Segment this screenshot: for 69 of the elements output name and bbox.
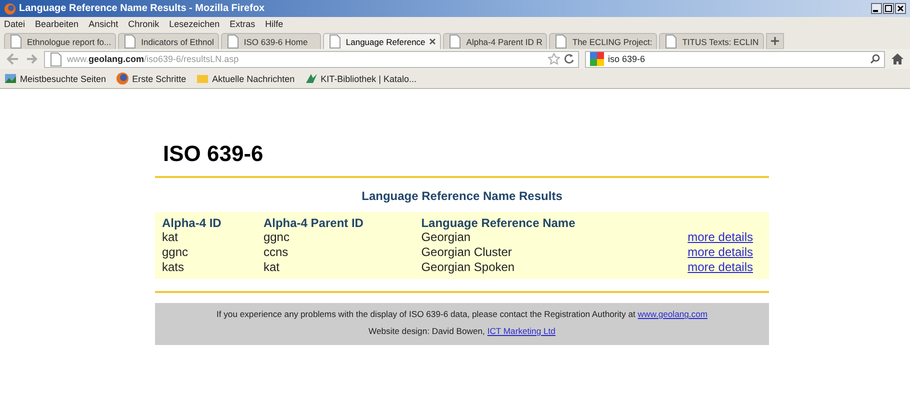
tab-label: TITUS Texts: ECLIN	[682, 36, 759, 46]
browser-tab[interactable]: Indicators of Ethnol	[118, 33, 219, 49]
browser-tab[interactable]: ISO 639-6 Home	[220, 33, 321, 49]
column-header: Alpha-4 ID	[155, 212, 256, 230]
details-link[interactable]: more details	[688, 245, 753, 259]
search-field[interactable]: iso 639-6	[585, 50, 885, 68]
page-heading: ISO 639-6	[163, 141, 264, 167]
details-link[interactable]: more details	[688, 230, 753, 244]
footer-notice: If you experience any problems with the display of ISO 639-6 data, please contact the Registration Authority at	[216, 309, 636, 319]
page-icon	[9, 34, 23, 49]
column-header: Language Reference Name	[414, 212, 647, 230]
browser-tab[interactable]: Language Reference	[322, 33, 442, 49]
bookmark-link[interactable]: Erste Schritte	[132, 74, 186, 84]
menu-item[interactable]: Chronik	[128, 18, 160, 28]
page-icon	[123, 34, 138, 49]
browser-tab[interactable]: Alpha-4 Parent ID R	[443, 33, 548, 49]
browser-tab[interactable]: The ECLING Project:	[549, 33, 658, 49]
new-tab-icon[interactable]	[766, 33, 784, 49]
close-icon[interactable]	[895, 3, 906, 14]
footer-link[interactable]: ICT Marketing Ltd	[487, 326, 556, 336]
search-icon[interactable]	[870, 54, 880, 64]
table-cell: Georgian Cluster	[414, 245, 647, 260]
page-icon	[226, 34, 240, 49]
tab-label: Alpha-4 Parent ID R	[466, 36, 542, 46]
folder-icon	[4, 72, 17, 85]
star-icon[interactable]	[548, 53, 560, 65]
menu-item[interactable]: Extras	[230, 18, 256, 28]
browser-tab[interactable]: Ethnologue report fo...	[4, 33, 116, 49]
page-icon	[448, 34, 462, 49]
bookmark-link[interactable]: Meistbesuchte Seiten	[20, 74, 106, 84]
tab-label: ISO 639-6 Home	[244, 36, 308, 46]
search-text: iso 639-6	[608, 54, 646, 64]
close-icon[interactable]	[429, 38, 436, 45]
table-cell: Georgian Spoken	[414, 260, 647, 275]
window-title: Language Reference Name Results - Mozilla Firefox	[19, 3, 265, 14]
bookmark-link[interactable]: KIT-Bibliothek | Katalo...	[320, 74, 417, 84]
page-icon	[49, 52, 63, 66]
table-cell: kats	[155, 260, 256, 275]
page-icon	[554, 34, 568, 49]
table-cell: Georgian	[414, 230, 647, 245]
footer-credit: Website design: David Bowen,	[368, 326, 486, 336]
table-title: Language Reference Name Results	[360, 189, 564, 203]
reload-icon[interactable]	[564, 53, 574, 65]
tab-label: Indicators of Ethnol	[141, 36, 214, 46]
table-cell: ccns	[256, 245, 414, 260]
menu-item[interactable]: Hilfe	[265, 18, 284, 28]
menu-item[interactable]: Lesezeichen	[169, 18, 220, 28]
minimize-icon[interactable]	[871, 3, 882, 14]
tab-label: Language Reference	[346, 36, 426, 46]
home-icon[interactable]	[891, 53, 904, 65]
table-cell: ggnc	[256, 230, 414, 245]
table-cell: kat	[155, 230, 256, 245]
menu-item[interactable]: Ansicht	[88, 18, 118, 28]
maximize-icon[interactable]	[883, 3, 894, 14]
table-cell: kat	[256, 260, 414, 275]
menu-item[interactable]: Datei	[4, 18, 26, 28]
tab-label: The ECLING Project:	[572, 36, 652, 46]
tab-label: Ethnologue report fo...	[27, 36, 112, 46]
footer-link[interactable]: www.geolang.com	[638, 309, 708, 319]
address-bar[interactable]: www.geolang.com/iso639-6/resultsLN.asp	[44, 50, 579, 68]
details-link[interactable]: more details	[688, 260, 753, 274]
table-cell: ggnc	[155, 245, 256, 260]
page-icon	[664, 34, 678, 49]
search-engine-icon	[590, 52, 604, 66]
page-icon	[328, 34, 342, 49]
column-header: Alpha-4 Parent ID	[256, 212, 414, 230]
bookmark-link[interactable]: Aktuelle Nachrichten	[212, 74, 295, 84]
url-text: www.geolang.com/iso639-6/resultsLN.asp	[67, 54, 239, 64]
menu-item[interactable]: Bearbeiten	[35, 18, 79, 28]
